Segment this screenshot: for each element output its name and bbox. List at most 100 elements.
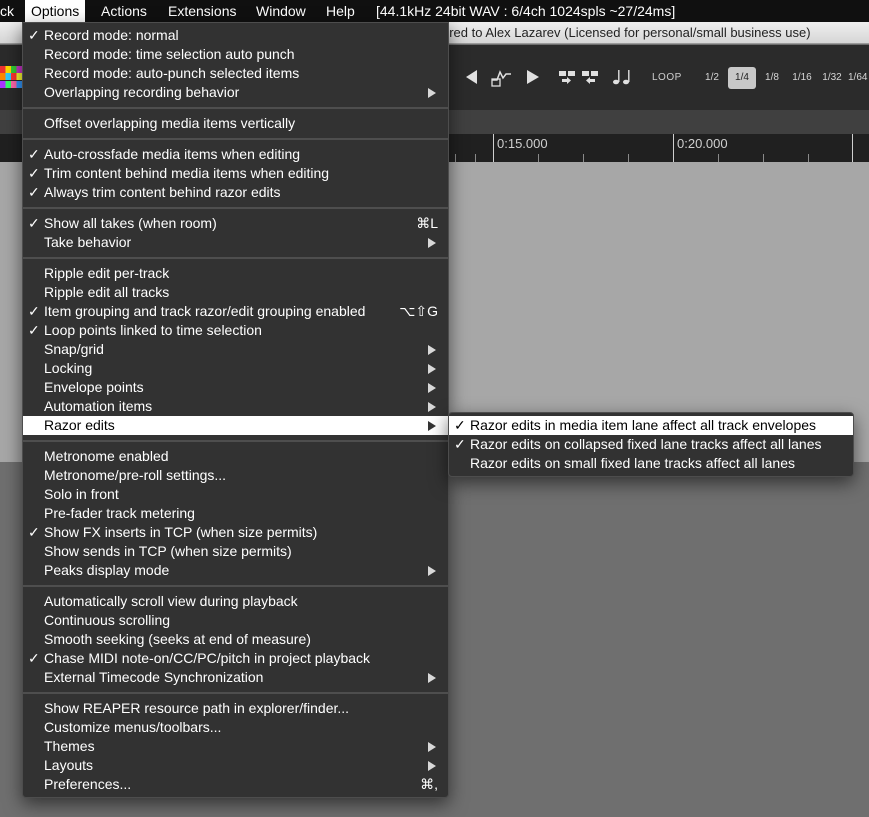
checkmark-icon: ✓ [28,322,40,338]
grid-1-2-button[interactable]: 1/2 [700,67,724,89]
razor-edits-submenu: ✓ Razor edits in media item lane affect a… [448,412,854,477]
checkmark-icon: ✓ [28,215,40,231]
menu-item-customize-menus-toolbars[interactable]: Customize menus/toolbars... [23,718,448,737]
item-ripple-icon[interactable] [580,66,600,88]
menu-item-label: Layouts [44,757,94,773]
menu-separator [23,133,448,145]
menu-item-ripple-edit-per-track[interactable]: Ripple edit per-track [23,264,448,283]
menubar-extensions[interactable]: Extensions [162,0,242,22]
menu-item-ripple-edit-all-tracks[interactable]: Ripple edit all tracks [23,283,448,302]
submenu-arrow-icon [428,238,436,248]
menubar-options[interactable]: Options [25,0,86,22]
checkmark-icon: ✓ [28,27,40,43]
menu-item-solo-in-front[interactable]: Solo in front [23,485,448,504]
menu-item-label: Item grouping and track razor/edit group… [44,303,366,319]
menu-item-label: Razor edits in media item lane affect al… [470,417,817,433]
menu-separator [23,252,448,264]
menu-item-show-sends-in-tcp-when-size-permits[interactable]: Show sends in TCP (when size permits) [23,542,448,561]
grid-1-64-button[interactable]: 1/64 [848,67,869,89]
menu-item-razor-edits-on-collapsed-fixed-lane-tracks-affec[interactable]: ✓ Razor edits on collapsed fixed lane tra… [449,435,853,454]
menu-item-themes[interactable]: Themes [23,737,448,756]
menu-item-label: Record mode: normal [44,27,179,43]
window-title: ered to Alex Lazarev (Licensed for perso… [442,25,811,40]
menu-item-record-mode-auto-punch-selected-items[interactable]: Record mode: auto-punch selected items [23,64,448,83]
checkmark-icon: ✓ [28,650,40,666]
menu-item-label: Solo in front [44,486,119,502]
menu-item-layouts[interactable]: Layouts [23,756,448,775]
submenu-arrow-icon [428,383,436,393]
menu-item-label: Ripple edit per-track [44,265,170,281]
menu-item-offset-overlapping-media-items-vertically[interactable]: Offset overlapping media items verticall… [23,114,448,133]
submenu-arrow-icon [428,673,436,683]
checkmark-icon: ✓ [28,165,40,181]
menu-item-show-reaper-resource-path-in-explorer-finder[interactable]: Show REAPER resource path in explorer/fi… [23,699,448,718]
menubar-window[interactable]: Window [250,0,312,22]
ruler-mark-20s: 0:20.000 [673,134,728,162]
grid-1-32-button[interactable]: 1/32 [818,67,846,89]
menu-item-loop-points-linked-to-time-selection[interactable]: ✓ Loop points linked to time selection [23,321,448,340]
menu-item-automatically-scroll-view-during-playback[interactable]: Automatically scroll view during playbac… [23,592,448,611]
menu-item-envelope-points[interactable]: Envelope points [23,378,448,397]
menu-item-razor-edits-on-small-fixed-lane-tracks-affect-al[interactable]: Razor edits on small fixed lane tracks a… [449,454,853,473]
rewind-icon[interactable] [462,66,482,88]
menu-item-automation-items[interactable]: Automation items [23,397,448,416]
menu-item-trim-content-behind-media-items-when-editing[interactable]: ✓ Trim content behind media items when ed… [23,164,448,183]
menu-item-item-grouping-and-track-razor-edit-grouping-enab[interactable]: ✓ Item grouping and track razor/edit grou… [23,302,448,321]
menu-item-label: Peaks display mode [44,562,170,578]
metronome-note-icon[interactable] [610,66,634,88]
menu-item-preferences[interactable]: Preferences... ⌘, [23,775,448,794]
menu-item-label: Metronome enabled [44,448,169,464]
menu-item-metronome-pre-roll-settings[interactable]: Metronome/pre-roll settings... [23,466,448,485]
menu-item-chase-midi-note-on-cc-pc-pitch-in-project-playba[interactable]: ✓ Chase MIDI note-on/CC/PC/pitch in proje… [23,649,448,668]
menu-item-smooth-seeking-seeks-at-end-of-measure[interactable]: Smooth seeking (seeks at end of measure) [23,630,448,649]
menu-item-label: Pre-fader track metering [44,505,195,521]
loop-toggle[interactable]: LOOP [652,72,682,83]
menu-item-label: Metronome/pre-roll settings... [44,467,227,483]
menu-item-continuous-scrolling[interactable]: Continuous scrolling [23,611,448,630]
color-palette-icon[interactable] [0,66,22,88]
menu-item-always-trim-content-behind-razor-edits[interactable]: ✓ Always trim content behind razor edits [23,183,448,202]
menu-item-shortcut: ⌘L [416,215,438,231]
grid-1-4-button[interactable]: 1/4 [728,67,756,89]
item-move-icon[interactable] [557,66,577,88]
menu-item-locking[interactable]: Locking [23,359,448,378]
menu-item-label: Razor edits [44,417,115,433]
menu-item-auto-crossfade-media-items-when-editing[interactable]: ✓ Auto-crossfade media items when editing [23,145,448,164]
menu-item-label: Smooth seeking (seeks at end of measure) [44,631,311,647]
play-icon[interactable] [523,66,543,88]
menu-separator [23,435,448,447]
menu-item-record-mode-normal[interactable]: ✓ Record mode: normal [23,26,448,45]
menu-item-metronome-enabled[interactable]: Metronome enabled [23,447,448,466]
menubar-help[interactable]: Help [320,0,361,22]
menu-item-label: Show FX inserts in TCP (when size permit… [44,524,318,540]
menubar-track[interactable]: ck [0,0,20,22]
submenu-arrow-icon [428,742,436,752]
checkmark-icon: ✓ [454,436,466,452]
menu-item-label: Trim content behind media items when edi… [44,165,330,181]
grid-1-16-button[interactable]: 1/16 [788,67,816,89]
menu-item-label: Continuous scrolling [44,612,171,628]
submenu-arrow-icon [428,566,436,576]
menu-item-label: Snap/grid [44,341,104,357]
menu-item-show-all-takes-when-room[interactable]: ✓ Show all takes (when room) ⌘L [23,214,448,233]
menu-item-show-fx-inserts-in-tcp-when-size-permits[interactable]: ✓ Show FX inserts in TCP (when size permi… [23,523,448,542]
envelope-edit-icon[interactable] [489,66,517,88]
menu-item-label: Chase MIDI note-on/CC/PC/pitch in projec… [44,650,371,666]
menu-item-razor-edits-in-media-item-lane-affect-all-track-[interactable]: ✓ Razor edits in media item lane affect a… [449,416,853,435]
submenu-arrow-icon [428,402,436,412]
menu-item-peaks-display-mode[interactable]: Peaks display mode [23,561,448,580]
menu-item-label: Record mode: auto-punch selected items [44,65,300,81]
menu-item-label: Ripple edit all tracks [44,284,170,300]
menu-item-label: Auto-crossfade media items when editing [44,146,301,162]
menu-item-external-timecode-synchronization[interactable]: External Timecode Synchronization [23,668,448,687]
submenu-arrow-icon [428,364,436,374]
menu-item-pre-fader-track-metering[interactable]: Pre-fader track metering [23,504,448,523]
menu-item-take-behavior[interactable]: Take behavior [23,233,448,252]
menubar-actions[interactable]: Actions [95,0,153,22]
menu-item-razor-edits[interactable]: Razor edits [23,416,448,435]
menu-item-label: Loop points linked to time selection [44,322,262,338]
menu-item-record-mode-time-selection-auto-punch[interactable]: Record mode: time selection auto punch [23,45,448,64]
grid-1-8-button[interactable]: 1/8 [760,67,784,89]
menu-item-snap-grid[interactable]: Snap/grid [23,340,448,359]
menu-item-overlapping-recording-behavior[interactable]: Overlapping recording behavior [23,83,448,102]
